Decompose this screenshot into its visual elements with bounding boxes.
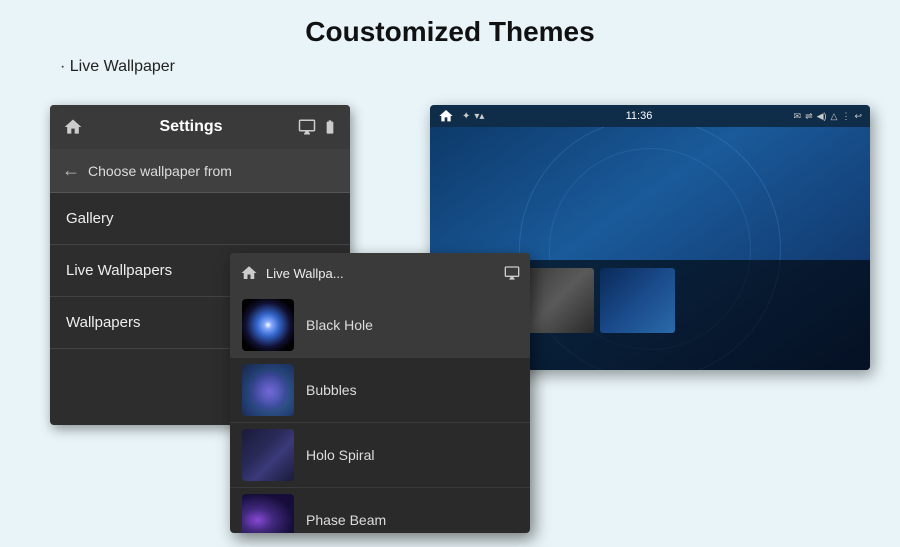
live-wp-home-icon (240, 264, 258, 282)
home-icon[interactable] (62, 116, 84, 138)
choose-wallpaper-label: Choose wallpaper from (88, 163, 232, 179)
black-hole-thumb (242, 299, 294, 351)
wp-item-phase-beam[interactable]: Phase Beam (230, 488, 530, 533)
tablet-home-icon[interactable] (438, 108, 454, 124)
bluetooth-icon: ✦ (462, 111, 470, 122)
status-left (438, 108, 454, 124)
holo-spiral-label: Holo Spiral (306, 447, 374, 463)
wifi-icon: ▾▴ (474, 111, 484, 122)
bubbles-label: Bubbles (306, 382, 357, 398)
live-wp-topbar: Live Wallpa... (230, 253, 530, 293)
live-wallpaper-panel: Live Wallpa... Black Hole Bubbles Holo S… (230, 253, 530, 533)
live-wallpaper-subtitle: · Live Wallpaper (60, 58, 900, 76)
triangle-icon: △ (831, 111, 838, 122)
status-right: ✉ ⇌ ◀) △ ⋮ ↩ (794, 111, 862, 122)
phase-beam-thumb (242, 494, 294, 533)
bubbles-thumb (242, 364, 294, 416)
black-hole-label: Black Hole (306, 317, 373, 333)
message-icon: ✉ (794, 111, 802, 122)
volume-icon: ◀) (817, 111, 827, 122)
usb-icon: ⇌ (805, 111, 813, 122)
live-wp-monitor-icon (504, 265, 520, 281)
screenshots-area: Settings ← Choose wallpaper from Gallery… (50, 105, 870, 525)
monitor-icon (298, 118, 316, 136)
live-wp-title: Live Wallpa... (266, 266, 496, 281)
battery-icon (322, 118, 338, 136)
wp-item-holo-spiral[interactable]: Holo Spiral (230, 423, 530, 488)
phase-beam-label: Phase Beam (306, 512, 386, 528)
back-arrow-icon[interactable]: ← (62, 160, 80, 181)
wp-item-black-hole[interactable]: Black Hole (230, 293, 530, 358)
choose-wallpaper-bar: ← Choose wallpaper from (50, 149, 350, 193)
settings-icons (298, 118, 338, 136)
settings-title: Settings (94, 118, 288, 136)
settings-topbar: Settings (50, 105, 350, 149)
page-title: Coustomized Themes (0, 0, 900, 58)
picker-thumb-2[interactable] (519, 268, 594, 333)
menu-item-gallery[interactable]: Gallery (50, 193, 350, 245)
status-time: 11:36 (488, 110, 789, 122)
more-icon[interactable]: ⋮ (841, 111, 850, 122)
wp-item-bubbles[interactable]: Bubbles (230, 358, 530, 423)
picker-thumb-3[interactable] (600, 268, 675, 333)
tablet-statusbar: ✦ ▾▴ 11:36 ✉ ⇌ ◀) △ ⋮ ↩ (430, 105, 870, 127)
holo-spiral-thumb (242, 429, 294, 481)
back-nav-icon[interactable]: ↩ (854, 111, 862, 122)
